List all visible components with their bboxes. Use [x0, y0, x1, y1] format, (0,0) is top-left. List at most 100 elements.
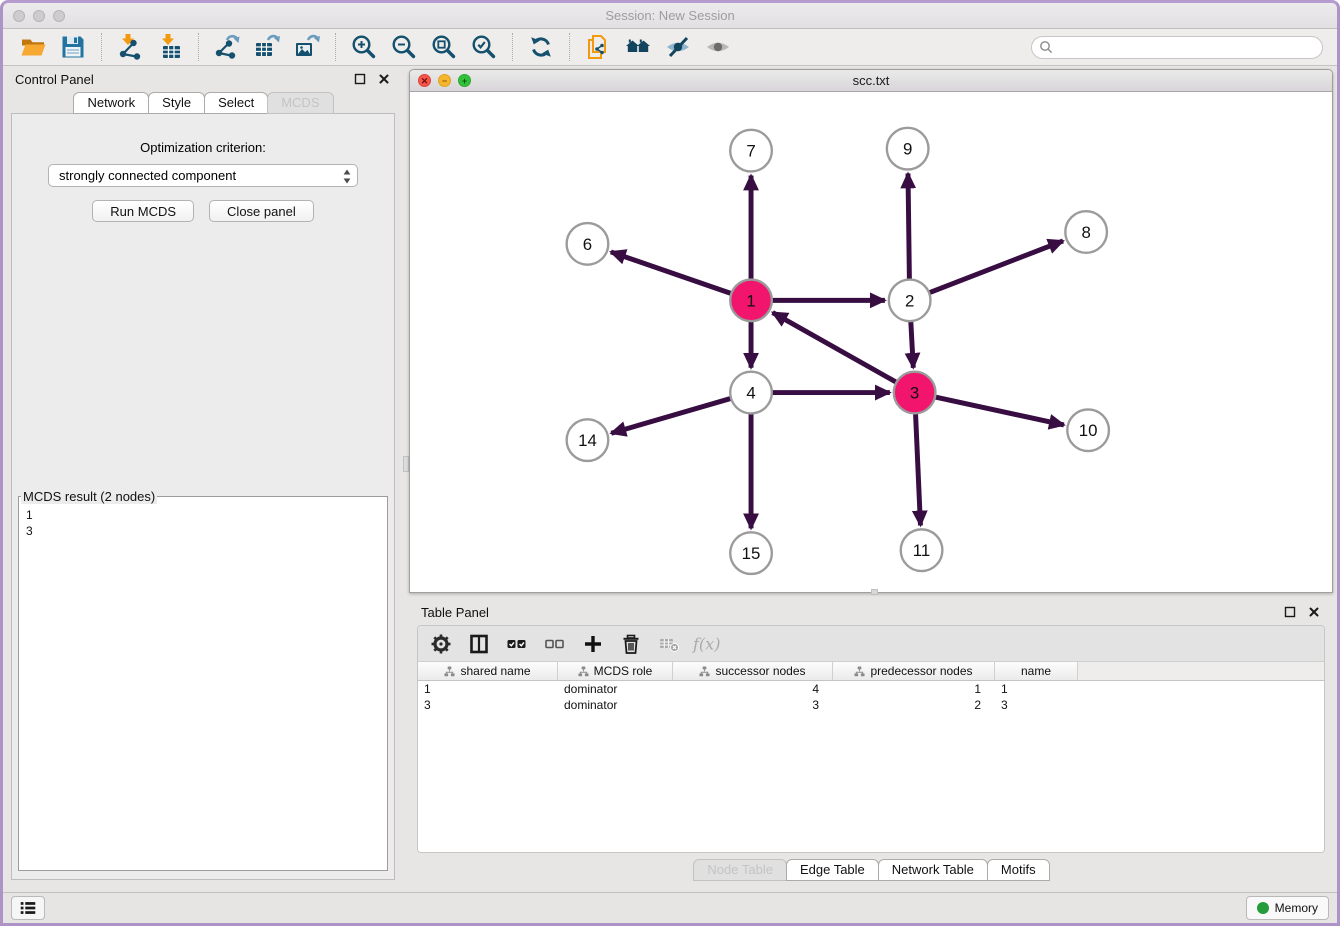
node-label: 6 — [583, 235, 592, 254]
node-label: 4 — [746, 384, 755, 403]
column-type-icon — [444, 666, 455, 677]
toolbar-separator — [335, 33, 336, 61]
node-4[interactable]: 4 — [730, 372, 772, 414]
cell-mcds-role[interactable]: dominator — [558, 682, 673, 696]
export-table-button[interactable] — [250, 32, 284, 62]
check-all-icon — [507, 634, 527, 654]
column-header-shared-name[interactable]: shared name — [418, 662, 558, 681]
zoom-fit-button[interactable] — [427, 32, 461, 62]
tab-network-table[interactable]: Network Table — [878, 859, 988, 881]
node-11[interactable]: 11 — [901, 529, 943, 571]
close-table-panel-icon[interactable] — [1307, 605, 1321, 619]
tab-style[interactable]: Style — [148, 92, 205, 114]
edge-3-10[interactable] — [915, 393, 1064, 425]
trash-button[interactable] — [620, 633, 642, 655]
window-titlebar[interactable]: Session: New Session — [3, 3, 1337, 29]
node-label: 7 — [746, 142, 755, 161]
network-window[interactable]: ✕ − + scc.txt 7 9 6 8 1 2 4 3 14 10 15 — [409, 69, 1333, 593]
add-row-button[interactable] — [582, 633, 604, 655]
column-label: successor nodes — [715, 664, 805, 678]
zoom-selected-button[interactable] — [467, 32, 501, 62]
edge-1-6[interactable] — [611, 252, 751, 300]
node-15[interactable]: 15 — [730, 532, 772, 574]
table-panel-header: Table Panel — [409, 599, 1333, 625]
cell-successor-nodes[interactable]: 4 — [673, 682, 833, 696]
edge-3-1[interactable] — [773, 313, 915, 393]
tab-node-table[interactable]: Node Table — [693, 859, 787, 881]
column-header-mcds-role[interactable]: MCDS role — [558, 662, 673, 681]
save-session-button[interactable] — [56, 32, 90, 62]
float-panel-icon[interactable] — [353, 72, 367, 86]
task-history-button[interactable] — [11, 896, 45, 920]
import-network-button[interactable] — [113, 32, 147, 62]
cell-shared-name[interactable]: 3 — [418, 698, 558, 712]
tab-select[interactable]: Select — [204, 92, 268, 114]
criterion-select[interactable]: strongly connected component — [48, 164, 358, 187]
node-table-box: f(x) shared nameMCDS role successor nodes… — [417, 625, 1325, 853]
memory-button[interactable]: Memory — [1246, 896, 1329, 920]
home-view-button[interactable] — [621, 32, 655, 62]
uncheck-all-button[interactable] — [544, 633, 566, 655]
node-label: 8 — [1081, 223, 1090, 242]
node-9[interactable]: 9 — [887, 128, 929, 170]
cell-predecessor-nodes[interactable]: 1 — [833, 682, 995, 696]
close-panel-icon[interactable] — [377, 72, 391, 86]
mcds-result-group: MCDS result (2 nodes) 1 3 — [18, 489, 388, 871]
mcds-result-text[interactable]: 1 3 — [19, 504, 387, 507]
close-panel-button[interactable]: Close panel — [209, 200, 314, 222]
zoom-in-button[interactable] — [347, 32, 381, 62]
clone-network-button[interactable] — [581, 32, 615, 62]
search-input[interactable] — [1031, 36, 1323, 59]
zoom-fit-icon — [431, 34, 457, 60]
cell-name[interactable]: 1 — [995, 682, 1078, 696]
toolbar-separator — [198, 33, 199, 61]
node-1[interactable]: 1 — [730, 280, 772, 322]
node-10[interactable]: 10 — [1067, 409, 1109, 451]
node-3[interactable]: 3 — [894, 372, 936, 414]
run-mcds-button[interactable]: Run MCDS — [92, 200, 194, 222]
network-graph[interactable]: 7 9 6 8 1 2 4 3 14 10 15 11 — [410, 92, 1332, 592]
cell-mcds-role[interactable]: dominator — [558, 698, 673, 712]
node-8[interactable]: 8 — [1065, 211, 1107, 253]
tab-network[interactable]: Network — [73, 92, 149, 114]
table-row[interactable]: 1dominator411 — [418, 681, 1324, 697]
node-7[interactable]: 7 — [730, 130, 772, 172]
column-header-successor-nodes[interactable]: successor nodes — [673, 662, 833, 681]
fx-icon: f(x) — [692, 634, 722, 654]
node-label: 1 — [746, 291, 755, 310]
gear-button[interactable] — [430, 633, 452, 655]
cell-shared-name[interactable]: 1 — [418, 682, 558, 696]
export-image-button[interactable] — [290, 32, 324, 62]
cell-name[interactable]: 3 — [995, 698, 1078, 712]
check-all-button[interactable] — [506, 633, 528, 655]
tab-mcds[interactable]: MCDS — [267, 92, 333, 114]
hide-selected-button[interactable] — [661, 32, 695, 62]
column-type-icon — [854, 666, 865, 677]
zoom-out-button[interactable] — [387, 32, 421, 62]
float-table-panel-icon[interactable] — [1283, 605, 1297, 619]
columns-button[interactable] — [468, 633, 490, 655]
control-panel: Control Panel NetworkStyleSelectMCDS Opt… — [3, 66, 403, 892]
horizontal-splitter-grip[interactable] — [871, 589, 878, 595]
import-table-button[interactable] — [153, 32, 187, 62]
export-network-button[interactable] — [210, 32, 244, 62]
column-label: predecessor nodes — [870, 664, 972, 678]
edge-2-8[interactable] — [910, 241, 1063, 300]
network-canvas[interactable]: 7 9 6 8 1 2 4 3 14 10 15 11 — [410, 92, 1332, 592]
network-window-titlebar[interactable]: ✕ − + scc.txt — [410, 70, 1332, 92]
column-header-name[interactable]: name — [995, 662, 1078, 681]
tab-edge-table[interactable]: Edge Table — [786, 859, 879, 881]
table-row[interactable]: 3dominator323 — [418, 697, 1324, 713]
node-14[interactable]: 14 — [567, 419, 609, 461]
open-file-button[interactable] — [16, 32, 50, 62]
table-toolbar: f(x) — [418, 626, 1324, 662]
refresh-button[interactable] — [524, 32, 558, 62]
show-all-icon — [705, 34, 731, 60]
cell-successor-nodes[interactable]: 3 — [673, 698, 833, 712]
column-header-predecessor-nodes[interactable]: predecessor nodes — [833, 662, 995, 681]
cell-predecessor-nodes[interactable]: 2 — [833, 698, 995, 712]
show-all-button[interactable] — [701, 32, 735, 62]
tab-motifs[interactable]: Motifs — [987, 859, 1050, 881]
node-2[interactable]: 2 — [889, 280, 931, 322]
node-6[interactable]: 6 — [567, 223, 609, 265]
